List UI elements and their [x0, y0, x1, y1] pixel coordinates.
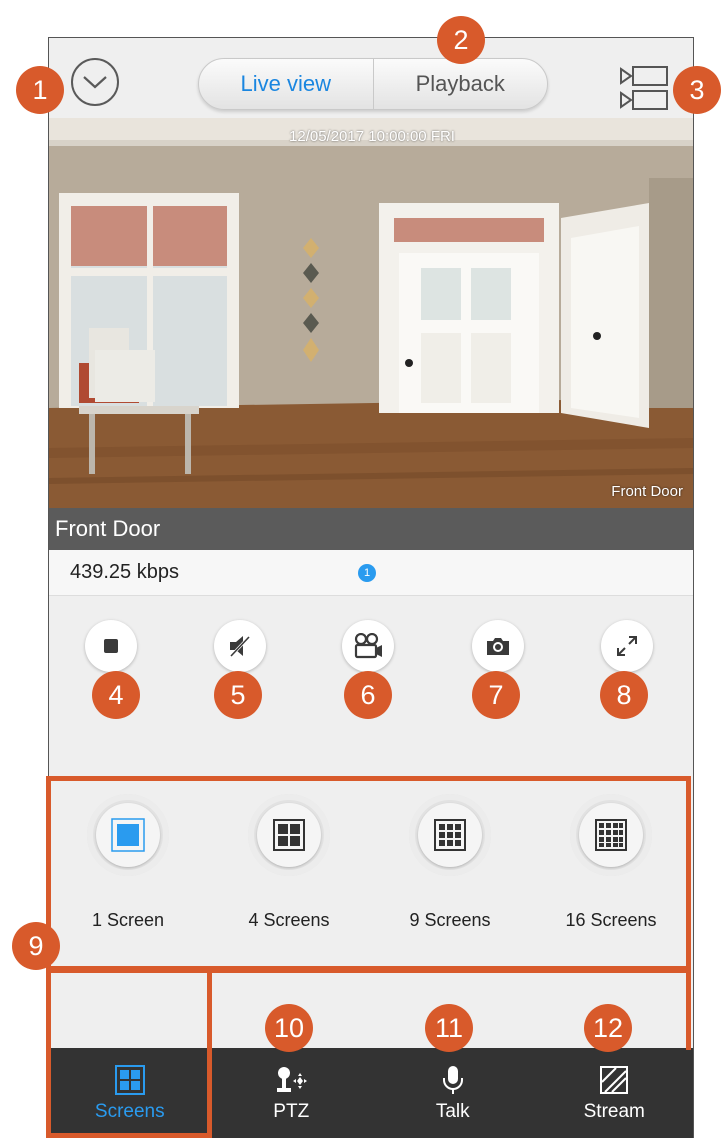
- tab-label: Talk: [435, 1100, 470, 1122]
- callout-8: 8: [600, 671, 648, 719]
- ptz-icon: [277, 1066, 308, 1092]
- mute-icon: [229, 635, 251, 658]
- callout-2: 2: [437, 16, 485, 64]
- fullscreen-icon: [617, 636, 637, 656]
- fullscreen-button[interactable]: [601, 620, 653, 672]
- chevron-down-icon: [83, 76, 107, 89]
- callout-7: 7: [472, 671, 520, 719]
- collapse-button[interactable]: [71, 58, 119, 106]
- tab-playback[interactable]: Playback: [374, 59, 548, 109]
- screens-highlight-box: [46, 776, 691, 971]
- bitrate-bar: 439.25 kbps 1: [49, 550, 693, 596]
- callout-3: 3: [673, 66, 721, 114]
- camera-name-bar: Front Door: [49, 508, 693, 550]
- stream-icon: [600, 1065, 629, 1094]
- callout-5: 5: [214, 671, 262, 719]
- camera-scene-image: [49, 118, 693, 508]
- callout-6: 6: [344, 671, 392, 719]
- callout-12: 12: [584, 1004, 632, 1052]
- tab-ptz[interactable]: PTZ: [211, 1048, 373, 1138]
- callout-11: 11: [425, 1004, 473, 1052]
- tab-talk[interactable]: Talk: [372, 1048, 534, 1138]
- tab-stream[interactable]: Stream: [534, 1048, 694, 1138]
- video-timestamp: 12/05/2017 10:00:00 FRI: [289, 128, 455, 145]
- snapshot-icon: [487, 638, 509, 655]
- record-icon: [354, 633, 382, 659]
- callout-1: 1: [16, 66, 64, 114]
- tab-label: Stream: [583, 1100, 645, 1122]
- camera-list-icon[interactable]: [619, 63, 671, 113]
- bitrate-value: 439.25 kbps: [70, 561, 179, 583]
- callout-9: 9: [12, 922, 60, 970]
- video-camera-label: Front Door: [611, 483, 683, 500]
- stop-button[interactable]: [85, 620, 137, 672]
- snapshot-button[interactable]: [472, 620, 524, 672]
- callout-4: 4: [92, 671, 140, 719]
- tab-label: PTZ: [273, 1100, 310, 1122]
- stop-icon: [104, 639, 118, 653]
- microphone-icon: [442, 1065, 463, 1094]
- header-bar: Live view Playback: [49, 38, 693, 118]
- screens-tab-highlight-box: [46, 968, 212, 1138]
- mute-button[interactable]: [214, 620, 266, 672]
- live-video-feed[interactable]: 12/05/2017 10:00:00 FRI Front Door: [49, 118, 693, 508]
- channel-badge: 1: [358, 564, 376, 582]
- view-mode-switch: Live view Playback: [198, 58, 548, 110]
- record-button[interactable]: [342, 620, 394, 672]
- callout-10: 10: [265, 1004, 313, 1052]
- tab-live-view[interactable]: Live view: [199, 59, 374, 109]
